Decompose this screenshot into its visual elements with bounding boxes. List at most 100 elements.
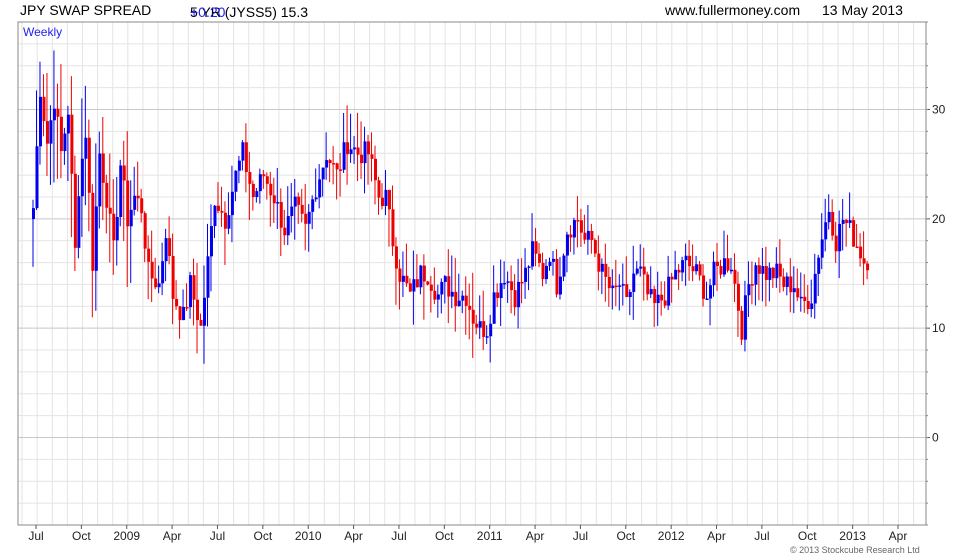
ohlc-body (531, 241, 535, 267)
ohlc-body (325, 160, 329, 168)
ohlc-body (161, 261, 165, 284)
ohlc-body (339, 169, 343, 171)
ohlc-body (175, 298, 179, 307)
ohlc-body (56, 108, 60, 117)
ohlc-body (482, 321, 486, 337)
ohlc-body (328, 160, 332, 164)
ohlc-body (436, 294, 440, 300)
ohlc-body (579, 220, 583, 233)
ohlc-body (387, 189, 391, 210)
copyright-note: © 2013 Stockcube Research Ltd (790, 545, 920, 555)
ohlc-body (447, 276, 451, 297)
ohlc-body (307, 211, 311, 224)
ohlc-body (506, 281, 510, 283)
ohlc-body (321, 167, 325, 180)
ohlc-body (670, 276, 674, 280)
ohlc-body (297, 196, 301, 205)
ohlc-body (276, 202, 280, 204)
ohlc-body (757, 265, 761, 274)
ohlc-body (157, 283, 161, 288)
ohlc-body (394, 246, 398, 269)
ohlc-body (471, 309, 475, 324)
ohlc-body (827, 211, 831, 223)
ohlc-body (147, 248, 151, 262)
ohlc-body (517, 281, 521, 308)
ohlc-body (722, 258, 726, 275)
ohlc-body (695, 264, 699, 272)
ohlc-body (653, 289, 657, 304)
ohlc-body (332, 163, 336, 165)
ohlc-body (764, 266, 768, 280)
ohlc-body (625, 284, 629, 298)
ohlc-body (614, 285, 618, 288)
ohlc-body (607, 276, 611, 289)
ohlc-body (510, 281, 514, 291)
ohlc-body (405, 275, 409, 284)
ohlc-body (848, 220, 852, 224)
x-tick-label: Apr (163, 529, 182, 543)
ohlc-body (729, 269, 733, 272)
ohlc-body (105, 182, 109, 208)
ohlc-body (792, 288, 796, 293)
ohlc-body (244, 142, 248, 173)
ohlc-body (77, 196, 81, 248)
ohlc-body (367, 141, 371, 155)
ohlc-body (346, 142, 350, 155)
ohlc-body (171, 256, 175, 299)
ohlc-body (838, 223, 842, 252)
x-tick-label: 2009 (113, 529, 140, 543)
ohlc-body (691, 266, 695, 272)
ohlc-body (279, 202, 283, 228)
ohlc-body (251, 183, 255, 198)
ohlc-body (370, 154, 374, 159)
ohlc-body (555, 258, 559, 295)
x-tick-label: Oct (616, 529, 635, 543)
ohlc-body (70, 114, 74, 174)
ohlc-body (206, 256, 210, 298)
y-tick-label: 30 (932, 102, 946, 116)
x-tick-label: 2011 (477, 529, 503, 543)
ohlc-body (489, 323, 493, 337)
ohlc-body (862, 258, 866, 264)
y-tick-label: 0 (932, 431, 939, 445)
ohlc-body (335, 163, 339, 170)
ohlc-body (834, 235, 838, 252)
ohlc-body (196, 299, 200, 320)
ohlc-body (290, 206, 294, 217)
ohlc-body (824, 222, 828, 240)
ohlc-body (384, 189, 388, 206)
ohlc-body (656, 294, 660, 304)
ohlc-body (269, 183, 273, 196)
ohlc-body (677, 269, 681, 273)
ohlc-body (548, 261, 552, 266)
ohlc-body (293, 196, 297, 207)
timeframe-label: Weekly (23, 25, 62, 39)
ohlc-body (845, 219, 849, 224)
ohlc-body (374, 158, 378, 181)
ohlc-body (286, 216, 290, 236)
ohlc-body (426, 281, 430, 285)
ohlc-body (593, 240, 597, 254)
ohlc-body (258, 174, 262, 192)
ohlc-body (91, 192, 95, 271)
ohlc-body (674, 269, 678, 280)
ohlc-body (45, 121, 49, 144)
ohlc-body (660, 294, 664, 301)
ohlc-body (709, 285, 713, 299)
x-tick-label: Apr (889, 529, 908, 543)
ohlc-body (485, 336, 489, 338)
ohlc-body (63, 133, 67, 152)
ohlc-body (398, 268, 402, 282)
ohlc-body (740, 310, 744, 340)
ohlc-body (136, 195, 140, 199)
ohlc-body (541, 262, 545, 280)
ohlc-body (513, 290, 517, 308)
ohlc-body (101, 153, 105, 183)
ohlc-body (255, 191, 259, 198)
ohlc-body (440, 281, 444, 295)
price-chart: 0 10 20 30 Jul Oct 2009 Apr Jul Oct 2010 Apr Jul Oct 2… (17, 21, 946, 543)
ohlc-body (262, 174, 266, 177)
x-tick-label: Apr (344, 529, 363, 543)
ohlc-body (492, 292, 496, 324)
ohlc-body (98, 153, 102, 207)
